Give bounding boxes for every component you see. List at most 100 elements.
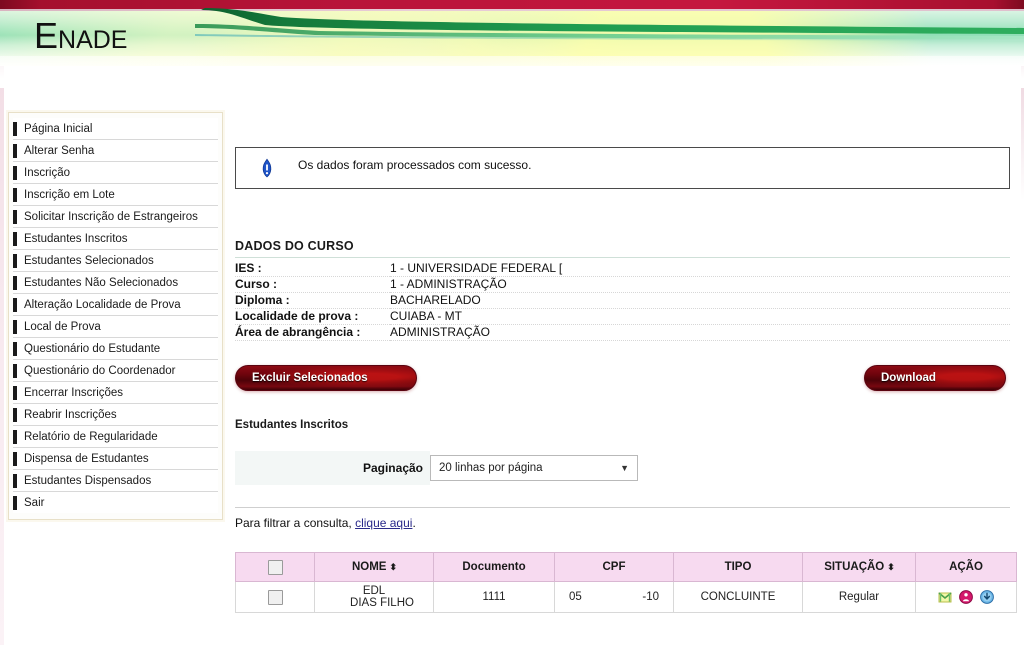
sidebar-item-inscricao[interactable]: Inscrição — [13, 162, 218, 184]
column-header-label: SITUAÇÃO — [824, 561, 885, 573]
column-header-situacao[interactable]: SITUAÇÃO ⬍ — [802, 552, 916, 582]
sidebar-item-dispensa-estudantes[interactable]: Dispensa de Estudantes — [13, 448, 218, 470]
cpf-suffix: -10 — [642, 591, 659, 603]
column-header-label: TIPO — [724, 561, 752, 573]
download-button[interactable]: Download — [864, 365, 1006, 391]
column-header-label: CPF — [602, 561, 626, 573]
bullet-icon — [13, 143, 17, 158]
sidebar-item-label: Solicitar Inscrição de Estrangeiros — [24, 210, 198, 223]
sidebar-item-label: Relatório de Regularidade — [24, 430, 158, 443]
bullet-icon — [13, 297, 17, 312]
header-swoosh-graphic — [195, 8, 1024, 50]
sort-arrow-icon[interactable]: ⬍ — [389, 562, 396, 572]
sidebar-item-relatorio-regularidade[interactable]: Relatório de Regularidade — [13, 426, 218, 448]
column-header-cpf[interactable]: CPF — [554, 552, 674, 582]
header-bottom-fade — [0, 56, 1024, 88]
bullet-icon — [13, 209, 17, 224]
bullet-icon — [13, 341, 17, 356]
sidebar-item-estudantes-inscritos[interactable]: Estudantes Inscritos — [13, 228, 218, 250]
pagination-label: Paginação — [362, 461, 423, 475]
info-icon — [236, 158, 298, 178]
sidebar-item-label: Dispensa de Estudantes — [24, 452, 149, 465]
bullet-icon — [13, 451, 17, 466]
sidebar-item-label: Alterar Senha — [24, 144, 95, 157]
row-action-icons — [920, 590, 1012, 604]
bullet-icon — [13, 319, 17, 334]
sidebar-item-label: Reabrir Inscrições — [24, 408, 117, 421]
row-checkbox[interactable] — [267, 589, 283, 605]
sidebar-item-label: Alteração Localidade de Prova — [24, 298, 181, 311]
table-header-row: NOME ⬍ Documento CPF TIPO SITUAÇÃO ⬍ AÇÃ… — [235, 552, 1017, 582]
cell-acao — [915, 581, 1017, 613]
sidebar-item-encerrar-inscricoes[interactable]: Encerrar Inscrições — [13, 382, 218, 404]
table-row: EDL DIAS FILHO 1111 05 -10 CONCLUINTE Re… — [235, 581, 1017, 613]
sidebar-item-pagina-inicial[interactable]: Página Inicial — [13, 118, 218, 140]
sidebar-item-label: Questionário do Coordenador — [24, 364, 176, 377]
course-field-value: CUIABA - MT — [390, 308, 1010, 325]
page-root: ENADE Página Inicial Alterar Senha Inscr… — [0, 0, 1024, 645]
students-list-heading: Estudantes Inscritos — [235, 419, 349, 431]
bullet-icon — [13, 165, 17, 180]
enade-logo: ENADE — [34, 18, 127, 58]
filter-link[interactable]: clique aqui — [355, 516, 412, 530]
bullet-icon — [13, 429, 17, 444]
course-field-label: Diploma : — [235, 292, 390, 309]
sidebar-item-inscricao-em-lote[interactable]: Inscrição em Lote — [13, 184, 218, 206]
pagination-row: Paginação 20 linhas por página ▼ — [235, 451, 1010, 485]
sidebar-item-alterar-senha[interactable]: Alterar Senha — [13, 140, 218, 162]
column-header-documento[interactable]: Documento — [433, 552, 555, 582]
sidebar-item-local-de-prova[interactable]: Local de Prova — [13, 316, 218, 338]
sidebar-item-estudantes-nao-selecionados[interactable]: Estudantes Não Selecionados — [13, 272, 218, 294]
sidebar-item-solicitar-inscricao-estrangeiros[interactable]: Solicitar Inscrição de Estrangeiros — [13, 206, 218, 228]
column-header-label: AÇÃO — [949, 561, 983, 573]
page-left-border — [0, 0, 4, 645]
sidebar-item-label: Estudantes Selecionados — [24, 254, 154, 267]
sidebar-item-label: Página Inicial — [24, 122, 93, 135]
chevron-down-icon: ▼ — [620, 463, 629, 473]
bullet-icon — [13, 275, 17, 290]
select-all-checkbox[interactable] — [267, 559, 283, 575]
logo-initial: E — [34, 15, 59, 56]
filter-hint-suffix: . — [412, 516, 416, 530]
bullet-icon — [13, 121, 17, 136]
sidebar-item-reabrir-inscricoes[interactable]: Reabrir Inscrições — [13, 404, 218, 426]
course-field-label: Localidade de prova : — [235, 308, 390, 325]
column-header-select-all[interactable] — [235, 552, 315, 582]
filter-hint: Para filtrar a consulta, clique aqui. — [235, 507, 1010, 530]
envelope-icon[interactable] — [938, 591, 952, 604]
pagination-select[interactable]: 20 linhas por página ▼ — [430, 455, 638, 481]
course-field-label: Curso : — [235, 276, 390, 293]
sidebar-item-sair[interactable]: Sair — [13, 492, 218, 513]
column-header-nome[interactable]: NOME ⬍ — [314, 552, 434, 582]
sidebar-item-questionario-coordenador[interactable]: Questionário do Coordenador — [13, 360, 218, 382]
pagination-selected-value: 20 linhas por página — [439, 462, 543, 474]
course-data-table: IES : 1 - UNIVERSIDADE FEDERAL [ Curso :… — [235, 261, 1010, 341]
course-data-row: Área de abrangência : ADMINISTRAÇÃO — [235, 324, 1010, 341]
cell-documento: 1111 — [433, 581, 555, 613]
course-data-row: Curso : 1 - ADMINISTRAÇÃO — [235, 276, 1010, 293]
sidebar-item-label: Questionário do Estudante — [24, 342, 161, 355]
download-info-icon[interactable] — [980, 590, 994, 604]
course-field-label: IES : — [235, 261, 390, 277]
sidebar-item-label: Estudantes Inscritos — [24, 232, 128, 245]
sidebar-item-questionario-estudante[interactable]: Questionário do Estudante — [13, 338, 218, 360]
sidebar-item-label: Estudantes Não Selecionados — [24, 276, 179, 289]
sidebar-item-estudantes-dispensados[interactable]: Estudantes Dispensados — [13, 470, 218, 492]
column-header-label: NOME — [351, 561, 387, 573]
bullet-icon — [13, 187, 17, 202]
bullet-icon — [13, 231, 17, 246]
sidebar-item-estudantes-selecionados[interactable]: Estudantes Selecionados — [13, 250, 218, 272]
sidebar-item-alteracao-localidade-prova[interactable]: Alteração Localidade de Prova — [13, 294, 218, 316]
column-header-tipo[interactable]: TIPO — [673, 552, 803, 582]
course-data-row: Localidade de prova : CUIABA - MT — [235, 308, 1010, 325]
student-name-line1: EDL — [362, 585, 386, 597]
sort-arrow-icon[interactable]: ⬍ — [887, 562, 894, 572]
course-field-value: 1 - ADMINISTRAÇÃO — [390, 276, 1010, 293]
sidebar-item-label: Sair — [24, 496, 45, 509]
action-button-row: Excluir Selecionados Download — [235, 365, 1010, 399]
row-select-cell[interactable] — [235, 581, 315, 613]
person-delete-icon[interactable] — [959, 590, 973, 604]
excluir-selecionados-button[interactable]: Excluir Selecionados — [235, 365, 417, 391]
page-title: DADOS DO CURSO — [235, 239, 1010, 258]
main-content: Os dados foram processados com sucesso. … — [235, 112, 1017, 613]
